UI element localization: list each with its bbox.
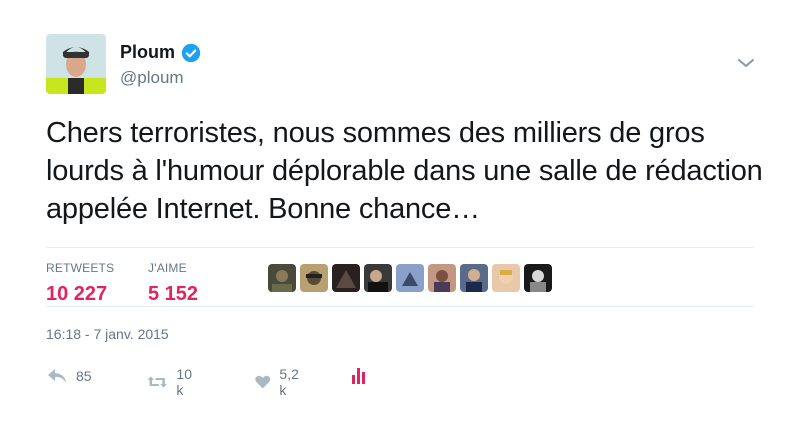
liker-avatar[interactable]: [396, 264, 424, 292]
reply-count: 85: [76, 368, 92, 384]
author-avatar[interactable]: [46, 34, 106, 94]
liker-avatar[interactable]: [460, 264, 488, 292]
tweet-card: Ploum @ploum Chers terroristes, nous som…: [0, 0, 800, 425]
likes-stat[interactable]: J'AIME 5 152: [148, 259, 198, 306]
tweet-text: Chers terroristes, nous sommes des milli…: [46, 117, 763, 225]
reply-button[interactable]: 85: [46, 366, 92, 386]
like-button[interactable]: 5,2 k: [254, 366, 303, 398]
liker-avatar[interactable]: [364, 264, 392, 292]
liker-avatar[interactable]: [332, 264, 360, 292]
retweet-icon: [147, 376, 167, 388]
retweets-label: RETWEETS: [46, 261, 115, 275]
analytics-icon: [352, 368, 365, 384]
chevron-down-icon[interactable]: [736, 56, 756, 70]
divider-bottom: [46, 306, 754, 307]
author-display-name[interactable]: Ploum: [120, 42, 175, 63]
retweets-stat[interactable]: RETWEETS 10 227: [46, 259, 114, 306]
divider-top: [46, 247, 754, 248]
analytics-button[interactable]: [352, 366, 368, 386]
liker-avatar[interactable]: [268, 264, 296, 292]
retweet-count: 10 k: [176, 366, 192, 398]
reply-icon: [48, 369, 66, 383]
likes-value: 5 152: [148, 283, 199, 305]
liker-avatar[interactable]: [428, 264, 456, 292]
heart-icon: [255, 375, 271, 389]
like-count: 5,2 k: [279, 366, 299, 398]
author-handle[interactable]: @ploum: [120, 68, 184, 88]
tweet-timestamp[interactable]: 16:18 - 7 janv. 2015: [46, 326, 169, 342]
likes-label: J'AIME: [148, 261, 187, 275]
retweet-button[interactable]: 10 k: [146, 366, 198, 398]
retweets-value: 10 227: [46, 283, 108, 305]
liker-avatar[interactable]: [524, 264, 552, 292]
author-name-row[interactable]: Ploum: [120, 42, 201, 63]
likers-list: [268, 264, 556, 292]
verified-badge-icon: [181, 43, 201, 62]
liker-avatar[interactable]: [300, 264, 328, 292]
liker-avatar[interactable]: [492, 264, 520, 292]
